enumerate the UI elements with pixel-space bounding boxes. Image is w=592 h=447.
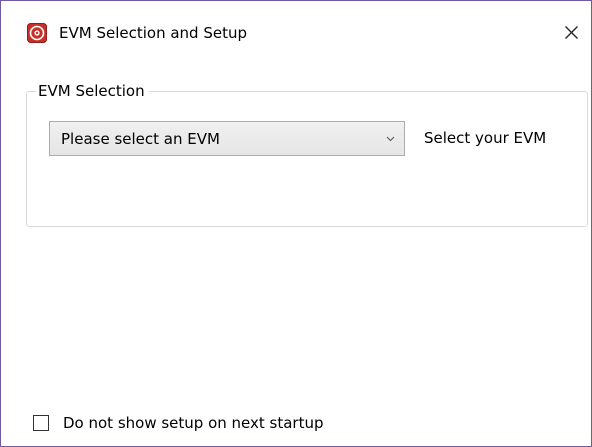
window-title: EVM Selection and Setup (59, 24, 247, 42)
title-bar: EVM Selection and Setup (1, 1, 591, 63)
select-evm-hint: Select your EVM (424, 129, 547, 147)
close-icon (565, 26, 578, 39)
evm-selection-group (26, 91, 588, 227)
chevron-down-icon (386, 136, 395, 142)
setup-dialog: EVM Selection and Setup EVM Selection Pl… (0, 0, 592, 447)
no-setup-checkbox-label[interactable]: Do not show setup on next startup (63, 413, 324, 433)
evm-select-dropdown[interactable]: Please select an EVM (49, 121, 405, 156)
no-setup-checkbox[interactable] (33, 415, 49, 431)
evm-select-value: Please select an EVM (61, 130, 220, 148)
close-button[interactable] (556, 18, 586, 48)
app-logo-icon (27, 23, 47, 43)
evm-selection-group-title: EVM Selection (36, 81, 149, 101)
